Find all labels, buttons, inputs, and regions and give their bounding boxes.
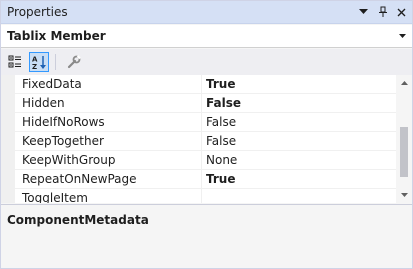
- property-row-fixeddata[interactable]: FixedData True: [1, 75, 396, 94]
- object-selector-dropdown[interactable]: [394, 31, 410, 41]
- properties-window: Properties Tablix Member A Z FixedData T…: [0, 0, 413, 269]
- alphabetical-button[interactable]: A Z: [29, 52, 49, 72]
- property-value[interactable]: False: [202, 113, 396, 131]
- window-title: Properties: [7, 5, 68, 19]
- categorized-button[interactable]: [5, 52, 25, 72]
- object-selector[interactable]: Tablix Member: [1, 25, 412, 48]
- close-button[interactable]: [393, 4, 410, 21]
- property-value[interactable]: False: [202, 94, 396, 112]
- property-row-hideifnorows[interactable]: HideIfNoRows False: [1, 113, 396, 132]
- property-row-keepwithgroup[interactable]: KeepWithGroup None: [1, 151, 396, 170]
- caret-up-icon: [400, 81, 408, 85]
- categorized-icon: [8, 55, 21, 68]
- property-value[interactable]: True: [202, 75, 396, 93]
- property-name: RepeatOnNewPage: [15, 170, 202, 188]
- property-name: Hidden: [15, 94, 202, 112]
- property-name: KeepWithGroup: [15, 151, 202, 169]
- property-value[interactable]: [202, 189, 396, 203]
- svg-text:Z: Z: [32, 63, 37, 70]
- properties-toolbar: A Z: [1, 49, 412, 75]
- caret-down-icon: [400, 193, 408, 197]
- wrench-icon: [67, 55, 81, 69]
- property-name: FixedData: [15, 75, 202, 93]
- property-pages-button[interactable]: [64, 52, 84, 72]
- description-title: ComponentMetadata: [7, 213, 149, 227]
- pin-icon: [378, 6, 387, 17]
- object-selector-value: Tablix Member: [7, 29, 106, 43]
- scroll-down-button[interactable]: [396, 187, 412, 203]
- property-name: KeepTogether: [15, 132, 202, 150]
- property-grid: FixedData True Hidden False HideIfNoRows…: [1, 75, 396, 203]
- chevron-down-icon: [359, 9, 368, 14]
- chevron-down-icon: [398, 34, 406, 38]
- scrollbar-thumb[interactable]: [400, 127, 408, 177]
- property-value[interactable]: None: [202, 151, 396, 169]
- property-name: ToggleItem: [15, 189, 202, 203]
- description-pane: ComponentMetadata: [1, 204, 412, 268]
- vertical-scrollbar[interactable]: [396, 75, 412, 203]
- alphabetical-icon: A Z: [32, 55, 46, 70]
- property-row-toggleitem[interactable]: ToggleItem: [1, 189, 396, 203]
- toolbar-separator: [55, 54, 56, 70]
- title-bar: Properties: [1, 1, 412, 24]
- window-options-button[interactable]: [355, 4, 372, 21]
- property-value[interactable]: False: [202, 132, 396, 150]
- property-row-repeatonnewpage[interactable]: RepeatOnNewPage True: [1, 170, 396, 189]
- property-value[interactable]: True: [202, 170, 396, 188]
- property-name: HideIfNoRows: [15, 113, 202, 131]
- property-row-hidden[interactable]: Hidden False: [1, 94, 396, 113]
- property-row-keeptogether[interactable]: KeepTogether False: [1, 132, 396, 151]
- pin-button[interactable]: [374, 4, 391, 21]
- scroll-up-button[interactable]: [396, 75, 412, 91]
- close-icon: [397, 8, 406, 16]
